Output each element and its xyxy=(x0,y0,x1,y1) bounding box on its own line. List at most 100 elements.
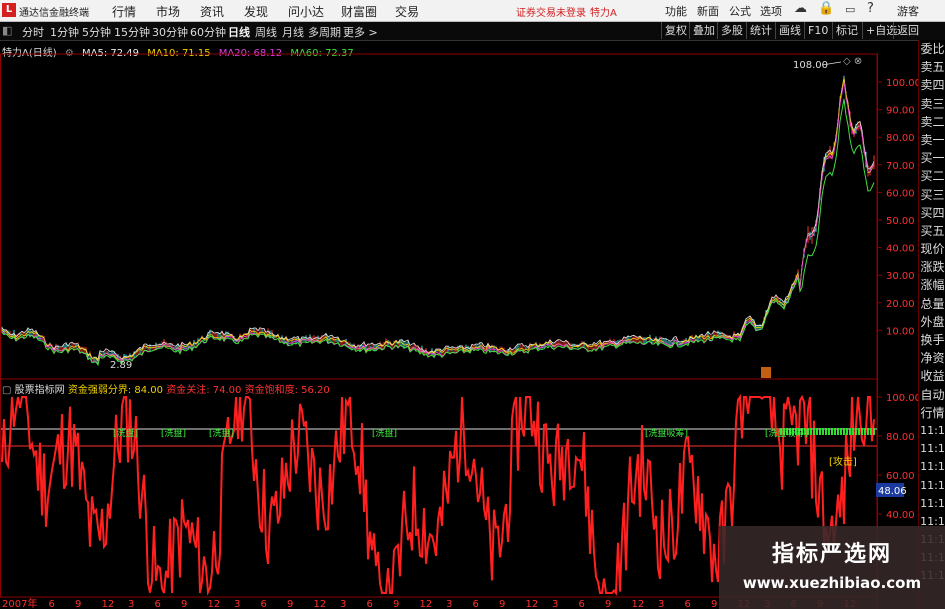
sidebar-item[interactable]: 自动 xyxy=(919,386,945,404)
tool-f10[interactable]: F10 xyxy=(804,22,831,39)
quote-sidebar: 委比 卖五 卖四 卖三 卖二 卖一 买一 买二 买三 买四 买五 现价 涨跌 涨幅 总量 外盘 换手 净资 收益 自动… xyxy=(918,40,945,609)
sidebar-item[interactable]: 净资 xyxy=(919,349,945,367)
indicator-axis: 100.00 80.00 60.00 40.00 xyxy=(877,393,918,521)
menu-market[interactable]: 市场 xyxy=(156,3,180,20)
indicator-tick-label: 40.00 xyxy=(886,510,915,521)
date-tick-label: 9 xyxy=(75,599,81,609)
sidebar-item[interactable]: 涨跌 xyxy=(919,258,945,276)
date-tick-label: 3 xyxy=(658,599,664,609)
sidebar-item[interactable]: 卖四 xyxy=(919,76,945,94)
login-status[interactable]: 证券交易未登录 xyxy=(516,4,586,19)
toggle-panel-icon[interactable]: ◧ xyxy=(2,24,12,37)
tool-draw[interactable]: 画线 xyxy=(775,22,804,39)
period-60min[interactable]: 60分钟 xyxy=(190,24,226,40)
ma60-line xyxy=(1,98,875,367)
signal-bar xyxy=(852,428,854,435)
sidebar-item[interactable]: 11:1 xyxy=(919,495,945,513)
period-toolbar: ◧ 分时 1分钟 5分钟 15分钟 30分钟 60分钟 日线 周线 月线 多周期… xyxy=(0,22,945,41)
menu-options[interactable]: 选项 xyxy=(760,3,782,19)
tool-back[interactable]: 返回 xyxy=(893,22,922,39)
sidebar-item[interactable]: 11:1 xyxy=(919,422,945,440)
menu-quotes[interactable]: 行情 xyxy=(112,3,136,20)
sidebar-item[interactable]: 买二 xyxy=(919,167,945,185)
chart-corner-icons[interactable]: ◇ ⊗ xyxy=(843,56,862,67)
sidebar-item[interactable]: 卖二 xyxy=(919,113,945,131)
sidebar-item[interactable]: 买四 xyxy=(919,204,945,222)
sidebar-item[interactable]: 收益 xyxy=(919,367,945,385)
date-tick-label: 3 xyxy=(446,599,452,609)
date-tick-label: 6 xyxy=(473,599,479,609)
indicator-line3: 资金饱和度: 56.20 xyxy=(244,385,330,396)
period-monthly[interactable]: 月线 xyxy=(282,24,304,40)
period-more[interactable]: 更多 > xyxy=(343,24,378,40)
sidebar-item[interactable]: 外盘 xyxy=(919,313,945,331)
signal-label: [洗盘] xyxy=(161,427,186,439)
chart-area[interactable]: 100.00 90.00 80.00 70.00 60.00 50.00 40.00 30.0… xyxy=(0,40,918,609)
signal-bar xyxy=(825,428,827,435)
sidebar-item[interactable]: 换手 xyxy=(919,331,945,349)
sidebar-item[interactable]: 卖一 xyxy=(919,131,945,149)
signal-bar xyxy=(816,428,818,435)
event-marker-icon[interactable] xyxy=(761,367,771,378)
menu-discover[interactable]: 发现 xyxy=(244,3,268,20)
sidebar-item[interactable]: 11:1 xyxy=(919,477,945,495)
user-label[interactable]: 游客 xyxy=(897,3,919,19)
indicator-name[interactable]: 股票指标网 xyxy=(15,385,65,396)
sidebar-item[interactable]: 11:1 xyxy=(919,458,945,476)
period-daily[interactable]: 日线 xyxy=(228,24,250,40)
period-1min[interactable]: 1分钟 xyxy=(50,24,79,40)
period-30min[interactable]: 30分钟 xyxy=(152,24,188,40)
lock-icon[interactable]: 🔒 xyxy=(818,1,834,16)
date-tick-label: 9 xyxy=(287,599,293,609)
sidebar-item[interactable]: 委比 xyxy=(919,40,945,58)
tool-adjust[interactable]: 复权 xyxy=(661,22,690,39)
sidebar-item[interactable]: 涨幅 xyxy=(919,276,945,294)
menu-news[interactable]: 资讯 xyxy=(200,3,224,20)
tool-multi-stock[interactable]: 多股 xyxy=(717,22,746,39)
period-5min[interactable]: 5分钟 xyxy=(82,24,111,40)
menu-wealth-circle[interactable]: 财富圈 xyxy=(341,3,377,20)
date-tick-label: 9 xyxy=(181,599,187,609)
price-tick-label: 20.00 xyxy=(886,299,915,310)
date-tick-label: 2007年 xyxy=(2,597,37,609)
sidebar-item[interactable]: 卖三 xyxy=(919,95,945,113)
date-tick-label: 6 xyxy=(261,599,267,609)
sidebar-item[interactable]: 卖五 xyxy=(919,58,945,76)
period-multi[interactable]: 多周期 xyxy=(308,24,341,40)
menu-formula[interactable]: 公式 xyxy=(729,3,751,19)
date-tick-label: 3 xyxy=(340,599,346,609)
date-tick-label: 6 xyxy=(367,599,373,609)
menu-ask-xiaoda[interactable]: 问小达 xyxy=(288,3,324,20)
cloud-icon[interactable]: ☁ xyxy=(794,1,807,16)
price-tick-label: 80.00 xyxy=(886,133,915,144)
sidebar-item[interactable]: 行情 xyxy=(919,404,945,422)
tool-overlay[interactable]: 叠加 xyxy=(689,22,718,39)
sidebar-item[interactable]: 现价 xyxy=(919,240,945,258)
sidebar-item[interactable]: 买三 xyxy=(919,186,945,204)
tool-stats[interactable]: 统计 xyxy=(746,22,775,39)
sidebar-item[interactable]: 总量 xyxy=(919,295,945,313)
tool-mark[interactable]: 标记 xyxy=(832,22,861,39)
period-timeshare[interactable]: 分时 xyxy=(22,24,44,40)
menu-new-page[interactable]: 新面 xyxy=(697,3,719,19)
menu-function[interactable]: 功能 xyxy=(665,3,687,19)
notification-icon[interactable]: ▭ xyxy=(845,3,855,16)
period-15min[interactable]: 15分钟 xyxy=(114,24,150,40)
menu-trade[interactable]: 交易 xyxy=(395,3,419,20)
indicator-line1: 资金强弱分界: 84.00 xyxy=(67,385,164,396)
period-weekly[interactable]: 周线 xyxy=(255,24,277,40)
date-tick-label: 12 xyxy=(208,599,221,609)
help-icon[interactable]: ? xyxy=(867,1,874,16)
price-axis: 100.00 90.00 80.00 70.00 60.00 50.00 40.00 30.0… xyxy=(877,78,918,337)
sidebar-item[interactable]: 11:1 xyxy=(919,440,945,458)
signal-bar xyxy=(855,428,857,435)
signal-bar xyxy=(858,428,860,435)
price-low-mark: 2.89 xyxy=(110,360,132,371)
indicator-toggle-icon[interactable]: ▢ xyxy=(2,385,11,396)
indicator-tick-label: 80.00 xyxy=(886,432,915,443)
sidebar-item[interactable]: 买五 xyxy=(919,222,945,240)
watermark-title: 指标严选网 xyxy=(771,542,892,567)
sidebar-item[interactable]: 买一 xyxy=(919,149,945,167)
indicator-header: ▢ 股票指标网 资金强弱分界: 84.00 资金关注: 74.00 资金饱和度:… xyxy=(2,381,330,396)
date-tick-label: 12 xyxy=(314,599,327,609)
